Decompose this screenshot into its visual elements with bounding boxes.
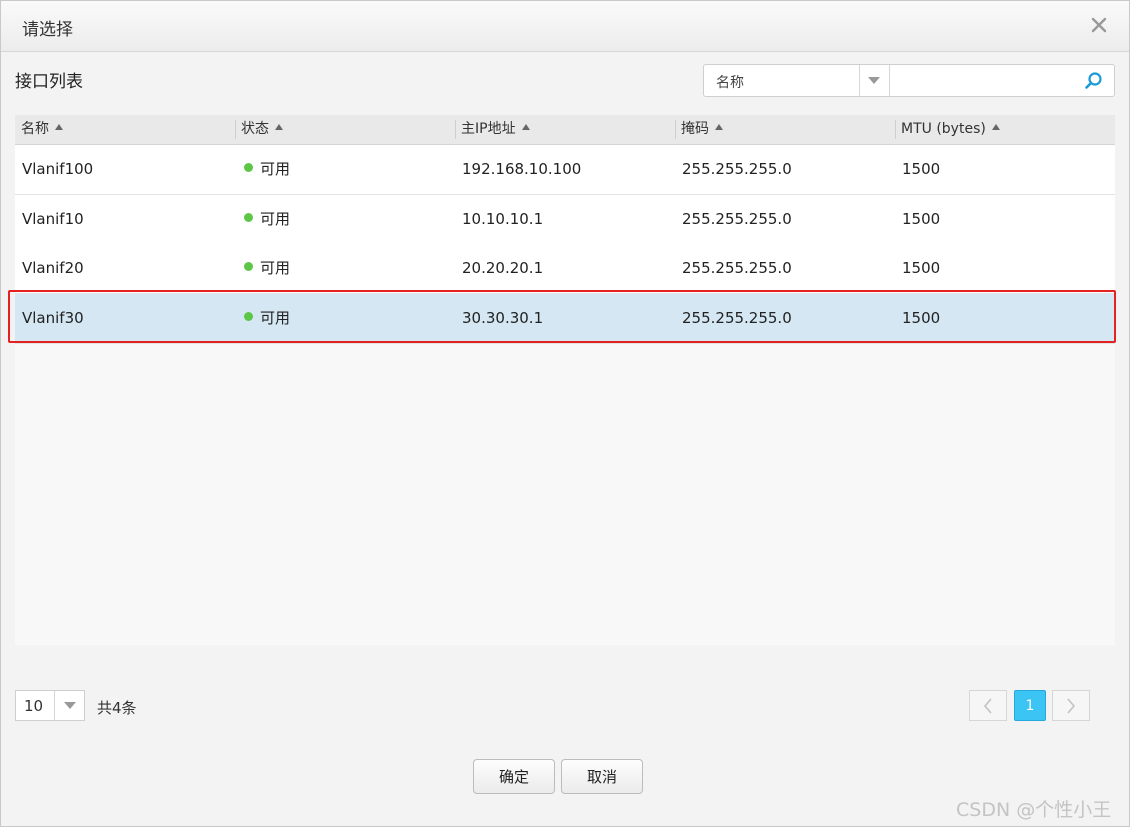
cell-mtu: 1500 [902,160,941,178]
cell-mtu: 1500 [902,210,941,228]
sort-asc-icon [521,124,530,130]
search-field-select[interactable]: 名称 [704,65,860,96]
page-size-select[interactable]: 10 [15,690,85,721]
dialog-titlebar: 请选择 [1,1,1129,52]
prev-page-button[interactable] [969,690,1007,721]
close-button[interactable] [1087,13,1111,37]
watermark: CSDN @个性小王 [956,799,1112,821]
column-header-mtu[interactable]: MTU (bytes) [895,115,1115,144]
table-header: 名称 状态 主IP地址 掩码 MTU (bytes) [15,115,1115,145]
search-box: 名称 [703,64,1115,97]
select-dialog: 请选择 接口列表 名称 名称 状态 主IP地址 掩码 MTU (bytes) V… [0,0,1130,827]
cell-name: Vlanif10 [22,210,84,228]
table-row[interactable]: Vlanif20 可用 20.20.20.1 255.255.255.0 150… [15,244,1115,294]
table-row[interactable]: Vlanif10 可用 10.10.10.1 255.255.255.0 150… [15,195,1115,245]
search-icon[interactable] [1084,71,1104,91]
cell-name: Vlanif20 [22,259,84,277]
page-size-dropdown-button[interactable] [54,691,85,720]
page-size-value: 10 [24,697,44,715]
interface-table: 名称 状态 主IP地址 掩码 MTU (bytes) Vlanif100 可用 [15,115,1115,645]
cell-mask: 255.255.255.0 [682,259,792,277]
column-header-ip[interactable]: 主IP地址 [455,115,675,144]
column-header-label: 状态 [241,121,269,137]
cell-mask: 255.255.255.0 [682,210,792,228]
chevron-down-icon [868,76,880,84]
chevron-left-icon [983,697,992,714]
chevron-down-icon [64,701,76,709]
sort-asc-icon [991,124,1000,130]
status-available-icon [244,213,253,222]
cell-name: Vlanif100 [22,160,94,178]
cancel-button[interactable]: 取消 [561,759,643,794]
cell-status: 可用 [244,294,290,343]
cell-mtu: 1500 [902,259,941,277]
cell-status: 可用 [244,195,290,244]
cell-status: 可用 [244,145,290,194]
column-header-label: MTU (bytes) [901,121,986,137]
column-header-status[interactable]: 状态 [235,115,455,144]
column-header-name[interactable]: 名称 [15,115,235,144]
column-header-label: 掩码 [681,121,709,137]
next-page-button[interactable] [1052,690,1090,721]
chevron-right-icon [1067,697,1076,714]
column-header-label: 名称 [21,121,49,137]
cell-mask: 255.255.255.0 [682,309,792,327]
search-field-value: 名称 [716,75,744,91]
ok-button[interactable]: 确定 [473,759,555,794]
total-count: 共4条 [97,699,137,717]
sort-asc-icon [55,124,63,130]
cell-mtu: 1500 [902,309,941,327]
sort-asc-icon [275,124,283,130]
table-row-selected[interactable]: Vlanif30 可用 30.30.30.1 255.255.255.0 150… [15,294,1115,344]
cell-status: 可用 [244,244,290,293]
cell-ip: 192.168.10.100 [462,160,582,178]
cell-ip: 10.10.10.1 [462,210,544,228]
page-number-current[interactable]: 1 [1014,690,1046,721]
column-header-mask[interactable]: 掩码 [675,115,895,144]
search-field-dropdown-button[interactable] [859,65,890,96]
section-title: 接口列表 [15,72,83,92]
close-icon [1091,17,1107,33]
cell-mask: 255.255.255.0 [682,160,792,178]
search-input[interactable] [892,67,1081,94]
cell-name: Vlanif30 [22,309,84,327]
table-row[interactable]: Vlanif100 可用 192.168.10.100 255.255.255.… [15,145,1115,195]
dialog-title: 请选择 [22,20,73,40]
cell-ip: 20.20.20.1 [462,259,544,277]
status-available-icon [244,312,253,321]
cell-ip: 30.30.30.1 [462,309,544,327]
status-available-icon [244,262,253,271]
status-available-icon [244,163,253,172]
sort-asc-icon [715,124,723,130]
column-header-label: 主IP地址 [461,121,516,137]
